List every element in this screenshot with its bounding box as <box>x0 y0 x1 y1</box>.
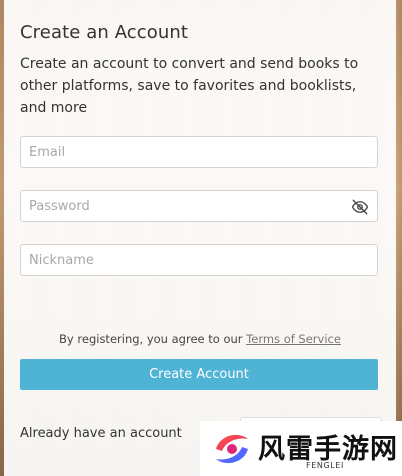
create-account-button[interactable]: Create Account <box>20 359 378 390</box>
page-subtitle: Create an account to convert and send bo… <box>20 56 359 116</box>
nickname-input[interactable] <box>21 245 377 275</box>
watermark: 风雷手游网 FENGLEI <box>200 421 402 476</box>
password-field-wrapper <box>20 190 378 222</box>
already-have-account-text: Already have an account <box>20 426 182 441</box>
terms-notice: By registering, you agree to our Terms o… <box>4 332 396 346</box>
password-input[interactable] <box>21 191 377 221</box>
email-field-wrapper <box>20 136 378 168</box>
page-title: Create an Account <box>20 22 189 43</box>
eye-slash-icon[interactable] <box>351 198 369 216</box>
email-input[interactable] <box>21 137 377 167</box>
create-account-panel: Create an Account Create an account to c… <box>4 0 396 476</box>
fenglei-logo-icon <box>216 434 248 464</box>
nickname-field-wrapper <box>20 244 378 276</box>
terms-of-service-link[interactable]: Terms of Service <box>246 332 341 346</box>
watermark-subtext: FENGLEI <box>306 461 344 470</box>
terms-prefix: By registering, you agree to our <box>59 332 247 346</box>
